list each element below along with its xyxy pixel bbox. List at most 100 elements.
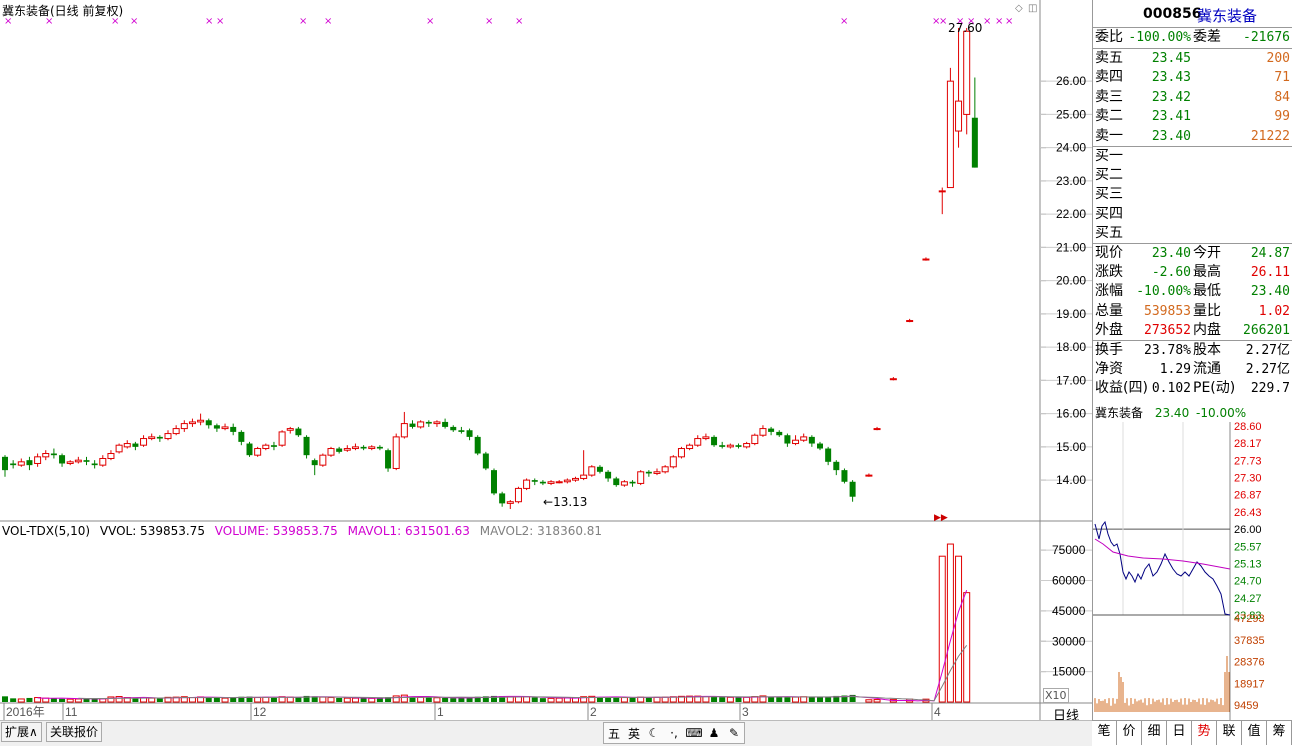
tab-4[interactable]: 势 <box>1192 721 1217 745</box>
vol-unit-label: X10 <box>1043 688 1069 703</box>
volume-bar <box>26 697 33 702</box>
date-tick-label: 12 <box>253 705 267 719</box>
ime-button[interactable]: 英 <box>624 725 644 742</box>
ask-volume: 71 <box>1274 70 1290 86</box>
date-tick-label: 2 <box>590 705 597 719</box>
ime-button[interactable]: ·, <box>664 726 684 740</box>
mini-price-label: 27.73 <box>1234 455 1262 467</box>
volume-bar <box>784 696 791 702</box>
volume-bar <box>343 697 351 703</box>
candle-body <box>808 436 815 444</box>
ask-row: 卖二 23.41 99 <box>1093 107 1292 126</box>
volume-bar <box>148 697 156 703</box>
candle-body <box>385 450 392 469</box>
expand-button[interactable]: 扩展∧ <box>1 722 42 742</box>
stat-row: 总量 539853 量比 1.02 <box>1093 302 1292 321</box>
vol-tick-label: 75000 <box>1052 543 1086 557</box>
ime-button[interactable]: ☾ <box>644 726 664 740</box>
status-bar: 扩展∧ 关联报价 <box>0 720 1092 746</box>
volume-ma-line <box>78 644 968 702</box>
ime-button[interactable]: ♟ <box>704 726 724 740</box>
candle-body <box>531 480 538 482</box>
candle-body <box>180 423 188 430</box>
intraday-mini-chart[interactable]: 冀东装备 23.40 -10.00% 28.60 28.17 27.73 27.30 2… <box>1092 404 1292 720</box>
candle-body <box>213 425 220 429</box>
mini-avg-line <box>1094 538 1231 570</box>
tab-6[interactable]: 值 <box>1242 721 1267 745</box>
vol-indicator-name: VOL-TDX(5,10) <box>2 524 91 538</box>
ime-button[interactable]: 五 <box>604 725 624 742</box>
ime-button[interactable]: ✎ <box>724 726 744 740</box>
candle-body <box>343 448 351 451</box>
candle-body <box>759 428 767 436</box>
price-tick-label: 20.00 <box>1056 274 1086 288</box>
bid-label: 买二 <box>1095 167 1123 184</box>
volume-bar <box>768 696 775 702</box>
candle-body <box>563 479 571 483</box>
event-marker: × <box>205 16 213 27</box>
stock-code: 000856 <box>1143 6 1202 22</box>
related-quote-button[interactable]: 关联报价 <box>46 722 103 742</box>
ask-volume: 99 <box>1274 109 1290 125</box>
quote-panel: 000856 冀东装备 委比 -100.00% 委差 -21676 卖五 23.4… <box>1092 0 1292 404</box>
candle-body <box>286 428 294 431</box>
tab-2[interactable]: 细 <box>1142 721 1167 745</box>
candle-body <box>409 423 416 427</box>
date-tick-label: 1 <box>437 705 444 719</box>
event-marker: × <box>840 16 848 27</box>
ask-label: 卖四 <box>1095 69 1123 86</box>
weibi-row: 委比 -100.00% 委差 -21676 <box>1093 28 1292 47</box>
tab-3[interactable]: 日 <box>1167 721 1192 745</box>
kline-chart-area[interactable]: 冀东装备(日线 前复权) ◇ ◫ 26.00 25.00 24.00 23.00 22.… <box>0 0 1092 724</box>
fund-value: 23.78% <box>1144 343 1191 358</box>
ask-volume: 21222 <box>1250 128 1290 144</box>
candle-body <box>645 471 652 474</box>
tab-5[interactable]: 联 <box>1217 721 1242 745</box>
price-tick-label: 18.00 <box>1056 340 1086 354</box>
mini-price-label: 26.43 <box>1234 507 1262 519</box>
price-tick-label: 14.00 <box>1056 473 1086 487</box>
event-marker: × <box>515 16 523 27</box>
candle-body <box>59 455 66 464</box>
volume-bar <box>442 697 449 702</box>
candle-body <box>491 470 497 494</box>
candle-body <box>620 481 628 486</box>
candle-body <box>34 456 42 464</box>
tab-0[interactable]: 笔 <box>1092 721 1117 745</box>
price-tick-label: 21.00 <box>1056 240 1086 254</box>
candle-body <box>653 471 661 474</box>
volume-bar <box>66 698 74 703</box>
tab-7[interactable]: 筹 <box>1267 721 1292 745</box>
price-tick-label: 19.00 <box>1056 307 1086 321</box>
fund-value: 2.27亿 <box>1245 343 1290 358</box>
candle-body <box>482 453 489 469</box>
candle-body <box>148 436 156 440</box>
mini-price-line <box>1094 520 1231 616</box>
candle-body <box>221 426 229 430</box>
volume-bar <box>653 696 661 703</box>
fund-value: 1.29 <box>1159 362 1191 378</box>
weibi-label: 委比 <box>1095 29 1123 45</box>
mini-vol-label: 47293 <box>1234 613 1265 625</box>
ime-toolbar[interactable]: 五英 ☾ ·, ⌨ ♟ ✎ <box>603 722 745 744</box>
event-marker: × <box>299 16 307 27</box>
candle-body <box>499 493 506 504</box>
event-marker: × <box>4 16 12 27</box>
stat-row: 涨幅 -10.00% 最低 23.40 <box>1093 282 1292 301</box>
fund-label: 股本 <box>1193 342 1221 358</box>
mini-price-label: 28.17 <box>1234 438 1262 450</box>
stat-label: 最高 <box>1193 264 1221 281</box>
volume-bar <box>539 698 546 702</box>
candle-body <box>865 474 873 477</box>
candle-body <box>506 501 514 504</box>
candle-body <box>938 190 946 193</box>
ime-button[interactable]: ⌨ <box>684 726 704 740</box>
candle-body <box>719 445 726 447</box>
price-tick-label: 26.00 <box>1056 74 1086 88</box>
tab-1[interactable]: 价 <box>1117 721 1142 745</box>
stat-value: -2.60 <box>1151 265 1191 281</box>
candle-body <box>539 481 546 484</box>
ask-row: 卖三 23.42 84 <box>1093 88 1292 107</box>
weibi-value: -100.00% <box>1128 30 1191 45</box>
volume-bar <box>221 697 229 703</box>
